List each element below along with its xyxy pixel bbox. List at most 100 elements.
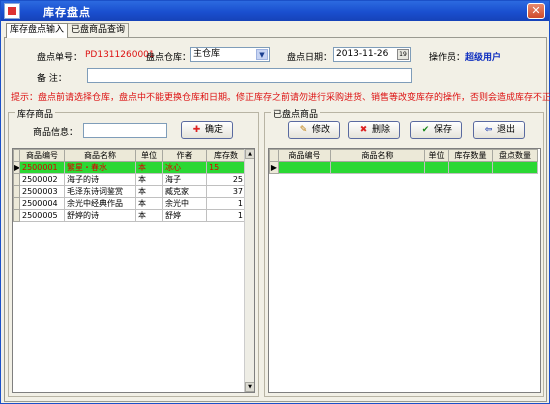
column-header[interactable]: 作者 — [162, 149, 207, 162]
inventory-grid[interactable]: 商品编号 商品名称 单位 作者 库存数 ▶ 2500001 繁星・春水 本 — [12, 148, 255, 393]
counted-table: 商品编号 商品名称 单位 库存数量 盘点数量 ▶ — [269, 149, 538, 174]
pencil-icon: ✎ — [299, 125, 308, 135]
save-label: 保存 — [433, 125, 452, 135]
table-cell: 本 — [135, 185, 163, 198]
save-button[interactable]: ✔ 保存 — [410, 121, 462, 139]
table-cell — [448, 161, 493, 174]
column-header[interactable]: 库存数 — [206, 149, 246, 162]
column-header[interactable]: 商品名称 — [330, 149, 425, 162]
counted-grid[interactable]: 商品编号 商品名称 单位 库存数量 盘点数量 ▶ — [268, 148, 541, 393]
edit-button[interactable]: ✎ 修改 — [288, 121, 340, 139]
chevron-down-icon[interactable]: ▼ — [256, 49, 268, 60]
table-cell: 臧克家 — [162, 185, 207, 198]
table-cell: 海子 — [162, 173, 207, 186]
table-cell: 2500005 — [19, 209, 65, 222]
column-header[interactable]: 单位 — [424, 149, 449, 162]
table-cell: 舒婷 — [162, 209, 207, 222]
table-cell: 本 — [135, 209, 163, 222]
counted-header-row: 商品编号 商品名称 单位 库存数量 盘点数量 — [269, 149, 538, 162]
row-pointer-icon: ▶ — [13, 161, 20, 174]
column-header[interactable]: 盘点数量 — [492, 149, 538, 162]
table-cell: 15 — [206, 161, 246, 174]
table-cell — [424, 161, 449, 174]
table-row[interactable]: 2500003 毛泽东诗词鉴赏 本 臧克家 37 — [13, 185, 246, 198]
inventory-count-window: 库存盘点 ✕ 库存盘点输入 已盘商品查询 盘点单号： PD1311260001 … — [0, 0, 550, 404]
table-cell — [278, 161, 331, 174]
counted-goods-title: 已盘点商品 — [271, 107, 321, 120]
table-cell: 繁星・春水 — [64, 161, 136, 174]
table-row[interactable]: 2500004 余光中经典作品 本 余光中 1 — [13, 197, 246, 210]
table-row[interactable]: ▶ 2500001 繁星・春水 本 冰心 15 — [13, 161, 246, 174]
table-cell: 毛泽东诗词鉴赏 — [64, 185, 136, 198]
counted-goods-group: 已盘点商品 ✎ 修改 ✖ 删除 ✔ 保存 ⇦ 退出 商品编号 商品名称 单位 库… — [264, 107, 544, 397]
date-picker[interactable]: 2013-11-26 19 — [333, 47, 411, 62]
goods-info-input[interactable] — [83, 123, 167, 138]
table-row[interactable]: 2500005 舒婷的诗 本 舒婷 1 — [13, 209, 246, 222]
table-row[interactable]: 2500002 海子的诗 本 海子 25 — [13, 173, 246, 186]
column-header[interactable]: 单位 — [135, 149, 163, 162]
calendar-icon[interactable]: 19 — [397, 49, 409, 60]
column-header[interactable]: 商品编号 — [19, 149, 65, 162]
column-header[interactable]: 库存数量 — [448, 149, 493, 162]
operator-value: 超级用户 — [465, 53, 502, 63]
title-bar[interactable]: 库存盘点 ✕ — [1, 1, 549, 21]
column-header[interactable]: 商品名称 — [64, 149, 136, 162]
table-row[interactable]: ▶ — [269, 161, 538, 174]
order-no-label: 盘点单号： — [37, 53, 83, 63]
delete-button[interactable]: ✖ 删除 — [348, 121, 400, 139]
goods-info-label: 商品信息： — [33, 128, 79, 138]
table-cell: 冰心 — [162, 161, 207, 174]
delete-x-icon: ✖ — [359, 125, 368, 135]
remark-label: 备 注： — [37, 74, 67, 84]
inventory-header-row: 商品编号 商品名称 单位 作者 库存数 — [13, 149, 246, 162]
date-value: 2013-11-26 — [336, 49, 389, 59]
table-cell: 海子的诗 — [64, 173, 136, 186]
warehouse-label: 盘点仓库： — [146, 53, 192, 63]
confirm-label: 确定 — [204, 125, 223, 135]
delete-label: 删除 — [371, 125, 390, 135]
table-cell: 25 — [206, 173, 246, 186]
scroll-up-icon[interactable]: ▲ — [245, 149, 254, 159]
table-cell: 2500002 — [19, 173, 65, 186]
confirm-icon: ✚ — [192, 125, 201, 135]
table-cell: 1 — [206, 209, 246, 222]
table-cell: 本 — [135, 173, 163, 186]
inventory-scrollbar[interactable]: ▲ ▼ — [244, 149, 254, 392]
app-icon — [4, 3, 20, 19]
inventory-table: 商品编号 商品名称 单位 作者 库存数 ▶ 2500001 繁星・春水 本 — [13, 149, 246, 222]
table-cell: 舒婷的诗 — [64, 209, 136, 222]
table-cell: 余光中经典作品 — [64, 197, 136, 210]
confirm-button[interactable]: ✚ 确定 — [181, 121, 233, 139]
row-indicator-header — [269, 149, 279, 162]
edit-label: 修改 — [311, 125, 330, 135]
table-cell: 本 — [135, 197, 163, 210]
inventory-goods-title: 库存商品 — [15, 107, 56, 120]
table-cell: 余光中 — [162, 197, 207, 210]
table-cell: 1 — [206, 197, 246, 210]
window-title: 库存盘点 — [43, 6, 91, 19]
warehouse-select[interactable]: 主仓库 ▼ — [190, 47, 270, 62]
remark-input[interactable] — [87, 68, 412, 83]
table-cell: 2500004 — [19, 197, 65, 210]
tab-inventory-count-input[interactable]: 库存盘点输入 — [6, 23, 69, 38]
table-cell: 37 — [206, 185, 246, 198]
table-cell — [330, 161, 425, 174]
table-cell: 2500003 — [19, 185, 65, 198]
table-cell: 本 — [135, 161, 163, 174]
date-label: 盘点日期： — [287, 53, 333, 63]
tab-panel: 盘点单号： PD1311260001 盘点仓库： 主仓库 ▼ 盘点日期： 201… — [4, 37, 550, 402]
operator-label: 操作员： — [429, 53, 466, 63]
row-pointer-icon: ▶ — [269, 161, 279, 174]
table-cell: 2500001 — [19, 161, 65, 174]
scroll-down-icon[interactable]: ▼ — [245, 382, 254, 392]
exit-icon: ⇦ — [484, 125, 493, 135]
warehouse-value: 主仓库 — [193, 49, 221, 59]
exit-button[interactable]: ⇦ 退出 — [473, 121, 525, 139]
tab-counted-goods-query[interactable]: 已盘商品查询 — [67, 23, 130, 37]
column-header[interactable]: 商品编号 — [278, 149, 331, 162]
close-button[interactable]: ✕ — [527, 3, 545, 19]
inventory-goods-group: 库存商品 商品信息： ✚ 确定 商品编号 商品名称 单位 作者 库存数 2500… — [8, 107, 259, 397]
checkmark-icon: ✔ — [421, 125, 430, 135]
hint-text: 提示：盘点前请选择仓库，盘点中不能更换仓库和日期。修正库存之前请勿进行采购进货、… — [11, 93, 550, 103]
exit-label: 退出 — [496, 125, 515, 135]
